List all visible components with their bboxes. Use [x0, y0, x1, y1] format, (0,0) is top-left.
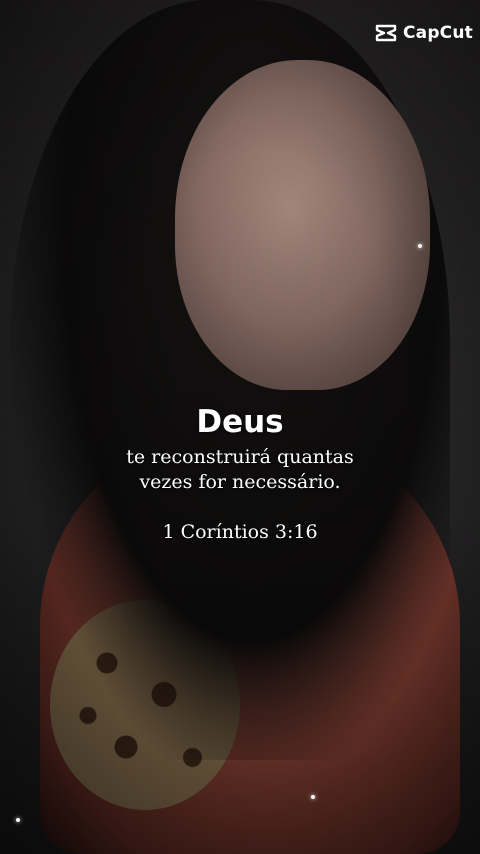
- watermark-text: CapCut: [402, 23, 473, 43]
- sparkle: [311, 795, 315, 799]
- video-frame: CapCut Deus te reconstruirá quantas veze…: [0, 0, 480, 854]
- verse-line-1: te reconstruirá quantas: [126, 446, 354, 468]
- capcut-watermark: CapCut: [374, 22, 473, 44]
- capcut-logo-icon: [375, 24, 397, 42]
- verse-reference: 1 Coríntios 3:16: [162, 521, 318, 543]
- sparkle: [418, 244, 422, 248]
- sparkle: [16, 818, 20, 822]
- verse-line-2: vezes for necessário.: [139, 471, 341, 493]
- verse-title: Deus: [196, 404, 284, 440]
